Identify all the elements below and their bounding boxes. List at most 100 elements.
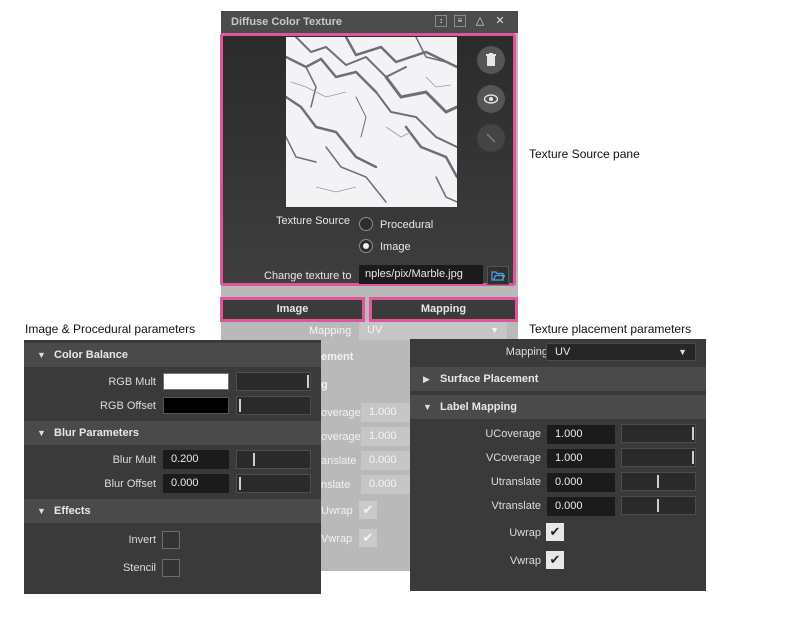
utranslate-input[interactable]: 0.000 — [547, 473, 615, 492]
vcoverage-label: VCoverage — [485, 452, 541, 464]
collapse-arrow-icon: ▼ — [37, 350, 46, 360]
uwrap-label: Uwrap — [509, 527, 541, 539]
window-titlebar: Diffuse Color Texture ↕ ≡ △ ✕ — [221, 11, 518, 33]
texture-source-label: Texture Source — [276, 215, 350, 227]
vtranslate-label: Vtranslate — [491, 500, 541, 512]
mapping-select[interactable]: UV ▼ — [546, 343, 696, 361]
rgb-mult-slider[interactable] — [236, 372, 311, 391]
faded-mapping-label: Mapping — [309, 325, 352, 337]
vwrap-label: Vwrap — [509, 555, 541, 567]
vtranslate-slider[interactable] — [621, 496, 696, 515]
section-effects[interactable]: ▼ Effects — [24, 499, 321, 523]
collapse-arrow-icon: ▼ — [423, 402, 432, 412]
faded-section-1: ement — [321, 351, 354, 363]
ucoverage-input[interactable]: 1.000 — [547, 425, 615, 444]
image-radio[interactable] — [359, 239, 373, 253]
image-procedural-panel: ▼ Color Balance RGB Mult RGB Offset ▼ Bl… — [24, 340, 321, 594]
faded-uwrap-label: Uwrap — [321, 505, 353, 517]
slider-knob[interactable] — [307, 375, 309, 388]
faded-vcoverage-label: overage — [321, 431, 361, 443]
blur-mult-label: Blur Mult — [112, 454, 156, 466]
faded-chevron-down-icon: ▼ — [490, 325, 499, 335]
updown-icon[interactable]: ↕ — [435, 15, 447, 27]
blur-offset-slider[interactable] — [236, 474, 311, 493]
vcoverage-input[interactable]: 1.000 — [547, 449, 615, 468]
utranslate-slider[interactable] — [621, 472, 696, 491]
marble-preview-image — [286, 37, 457, 207]
trash-icon[interactable] — [477, 46, 505, 74]
blur-mult-slider[interactable] — [236, 450, 311, 469]
slider-knob[interactable] — [692, 427, 694, 440]
vtranslate-input[interactable]: 0.000 — [547, 497, 615, 516]
procedural-label: Procedural — [380, 219, 434, 231]
slider-knob[interactable] — [657, 475, 659, 488]
slider-knob[interactable] — [692, 451, 694, 464]
faded-vwrap-checkbox: ✔ — [359, 529, 377, 547]
faded-vwrap-label: Vwrap — [321, 533, 353, 545]
texture-source-pane: Texture Source Procedural Image Change t… — [220, 33, 516, 286]
section-surface-placement[interactable]: ▶ Surface Placement — [410, 367, 706, 391]
callout-placement: Texture placement parameters — [529, 322, 692, 336]
faded-vtranslate-value: 0.000 — [361, 475, 411, 494]
folder-open-icon[interactable] — [487, 266, 509, 285]
blur-mult-input[interactable]: 0.200 — [163, 450, 229, 469]
chevron-down-icon: ▼ — [678, 347, 687, 357]
rgb-offset-slider[interactable] — [236, 396, 311, 415]
section-label-mapping[interactable]: ▼ Label Mapping — [410, 395, 706, 419]
window-title: Diffuse Color Texture — [231, 16, 343, 28]
section-title: Effects — [54, 505, 91, 517]
texture-placement-panel: Mapping UV ▼ ▶ Surface Placement ▼ Label… — [410, 339, 706, 591]
section-title: Blur Parameters — [54, 427, 139, 439]
section-color-balance[interactable]: ▼ Color Balance — [24, 343, 321, 367]
faded-vcoverage-value: 1.000 — [361, 427, 411, 446]
section-title: Label Mapping — [440, 401, 517, 413]
mapping-label: Mapping — [505, 346, 548, 358]
faded-section-2: g — [321, 379, 328, 391]
texture-path-input[interactable]: nples/pix/Marble.jpg — [359, 265, 483, 284]
triangle-icon[interactable]: △ — [473, 14, 487, 28]
change-texture-label: Change texture to — [264, 270, 352, 282]
callout-texture-source: Texture Source pane — [529, 147, 640, 161]
ucoverage-slider[interactable] — [621, 424, 696, 443]
stencil-checkbox[interactable] — [162, 559, 180, 577]
collapse-arrow-icon: ▼ — [37, 506, 46, 516]
blur-offset-label: Blur Offset — [104, 478, 156, 490]
faded-uwrap-checkbox: ✔ — [359, 501, 377, 519]
procedural-radio[interactable] — [359, 217, 373, 231]
slider-knob[interactable] — [252, 453, 255, 466]
vcoverage-slider[interactable] — [621, 448, 696, 467]
invert-checkbox[interactable] — [162, 531, 180, 549]
collapse-arrow-icon: ▼ — [37, 428, 46, 438]
section-blur-parameters[interactable]: ▼ Blur Parameters — [24, 421, 321, 445]
rgb-offset-swatch[interactable] — [163, 397, 229, 414]
pen-icon[interactable] — [477, 124, 505, 152]
marble-texture-graphic — [286, 37, 457, 207]
rgb-mult-swatch[interactable] — [163, 373, 229, 390]
slider-knob[interactable] — [657, 499, 659, 512]
tab-image[interactable]: Image — [220, 297, 365, 322]
ucoverage-label: UCoverage — [485, 428, 541, 440]
expand-arrow-icon: ▶ — [423, 374, 430, 384]
stencil-label: Stencil — [122, 562, 156, 574]
faded-ucoverage-value: 1.000 — [361, 403, 411, 422]
eye-icon[interactable] — [477, 85, 505, 113]
section-title: Color Balance — [54, 349, 128, 361]
faded-vtranslate-label: nslate — [321, 479, 351, 491]
image-label: Image — [380, 241, 411, 253]
faded-ucoverage-label: overage — [321, 407, 361, 419]
list-icon[interactable]: ≡ — [454, 15, 466, 27]
faded-utranslate-value: 0.000 — [361, 451, 411, 470]
faded-mapping-value: UV — [367, 324, 383, 336]
rgb-offset-label: RGB Offset — [99, 400, 156, 412]
tab-mapping[interactable]: Mapping — [369, 297, 518, 322]
close-icon[interactable]: ✕ — [493, 14, 507, 28]
slider-knob[interactable] — [239, 477, 241, 490]
section-title: Surface Placement — [440, 373, 539, 385]
vwrap-checkbox[interactable]: ✔ — [546, 551, 564, 569]
mapping-value: UV — [555, 346, 571, 358]
rgb-mult-label: RGB Mult — [108, 376, 156, 388]
blur-offset-input[interactable]: 0.000 — [163, 474, 229, 493]
utranslate-label: Utranslate — [490, 476, 541, 488]
uwrap-checkbox[interactable]: ✔ — [546, 523, 564, 541]
slider-knob[interactable] — [239, 399, 241, 412]
